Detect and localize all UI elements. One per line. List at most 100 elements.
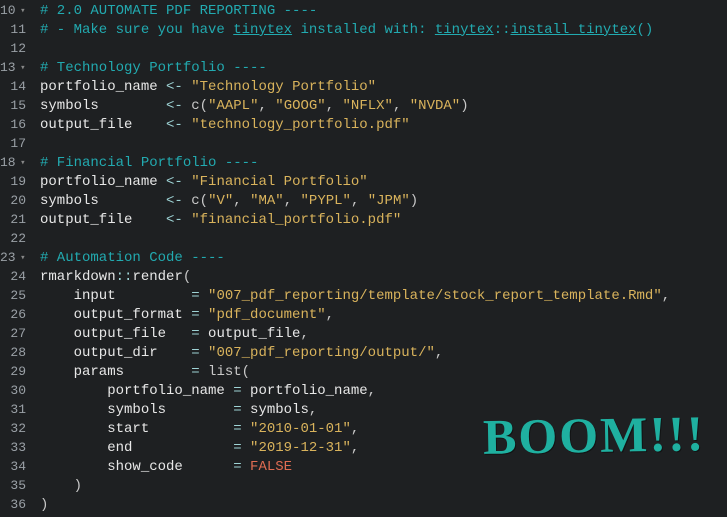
code-line[interactable]: 13▾# Technology Portfolio ---- <box>0 59 727 78</box>
code-line[interactable]: 14portfolio_name <- "Technology Portfoli… <box>0 78 727 97</box>
line-number[interactable]: 29 <box>0 363 32 381</box>
line-number[interactable]: 27 <box>0 325 32 343</box>
token: = <box>191 344 208 364</box>
token: = <box>233 401 250 421</box>
fold-marker-icon[interactable]: ▾ <box>20 7 26 16</box>
code-content[interactable]: symbols <- c("V", "MA", "PYPL", "JPM") <box>32 192 418 212</box>
code-content[interactable]: portfolio_name <- "Financial Portfolio" <box>32 173 368 193</box>
code-content[interactable]: show_code = FALSE <box>32 458 292 478</box>
code-line[interactable]: 10▾# 2.0 AUTOMATE PDF REPORTING ---- <box>0 2 727 21</box>
line-number[interactable]: 35 <box>0 477 32 495</box>
line-number[interactable]: 15 <box>0 97 32 115</box>
code-content[interactable]: output_file <- "technology_portfolio.pdf… <box>32 116 410 136</box>
line-number[interactable]: 36 <box>0 496 32 514</box>
token: # Financial Portfolio ---- <box>40 154 258 174</box>
token: = <box>191 287 208 307</box>
line-number[interactable]: 17 <box>0 135 32 153</box>
line-number[interactable]: 25 <box>0 287 32 305</box>
token: output_file <box>40 116 166 136</box>
code-line[interactable]: 36) <box>0 496 727 515</box>
code-line[interactable]: 11# - Make sure you have tinytex install… <box>0 21 727 40</box>
line-number[interactable]: 24 <box>0 268 32 286</box>
code-content[interactable]: output_dir = "007_pdf_reporting/output/"… <box>32 344 443 364</box>
code-line[interactable]: 17 <box>0 135 727 154</box>
code-content[interactable]: input = "007_pdf_reporting/template/stoc… <box>32 287 670 307</box>
code-line[interactable]: 15symbols <- c("AAPL", "GOOG", "NFLX", "… <box>0 97 727 116</box>
line-number[interactable]: 14 <box>0 78 32 96</box>
code-line[interactable]: 23▾# Automation Code ---- <box>0 249 727 268</box>
line-number[interactable]: 32 <box>0 420 32 438</box>
line-number[interactable]: 33 <box>0 439 32 457</box>
line-number[interactable]: 23▾ <box>0 249 32 267</box>
token: , <box>351 420 359 440</box>
token: installed with: <box>292 21 435 41</box>
code-line[interactable]: 28 output_dir = "007_pdf_reporting/outpu… <box>0 344 727 363</box>
code-content[interactable]: portfolio_name <- "Technology Portfolio" <box>32 78 376 98</box>
code-content[interactable]: symbols = symbols, <box>32 401 317 421</box>
code-line[interactable]: 18▾ # Financial Portfolio ---- <box>0 154 727 173</box>
line-number[interactable]: 12 <box>0 40 32 58</box>
code-line[interactable]: 19portfolio_name <- "Financial Portfolio… <box>0 173 727 192</box>
token: "2019-12-31" <box>250 439 351 459</box>
token: () <box>637 21 654 41</box>
code-line[interactable]: 26 output_format = "pdf_document", <box>0 306 727 325</box>
code-line[interactable]: 21output_file <- "financial_portfolio.pd… <box>0 211 727 230</box>
code-content[interactable]: ) <box>32 496 48 516</box>
code-content[interactable]: # Financial Portfolio ---- <box>32 154 258 174</box>
line-number[interactable]: 22 <box>0 230 32 248</box>
code-content[interactable]: # 2.0 AUTOMATE PDF REPORTING ---- <box>32 2 317 22</box>
token: "2010-01-01" <box>250 420 351 440</box>
code-content[interactable]: ) <box>32 477 82 497</box>
code-content[interactable]: params = list( <box>32 363 250 383</box>
line-number[interactable]: 30 <box>0 382 32 400</box>
code-line[interactable]: 30 portfolio_name = portfolio_name, <box>0 382 727 401</box>
code-line[interactable]: 27 output_file = output_file, <box>0 325 727 344</box>
line-number[interactable]: 21 <box>0 211 32 229</box>
line-number[interactable]: 26 <box>0 306 32 324</box>
code-line[interactable]: 22 <box>0 230 727 249</box>
token: tinytex <box>435 21 494 41</box>
line-number[interactable]: 20 <box>0 192 32 210</box>
token: , <box>351 439 359 459</box>
fold-marker-icon[interactable]: ▾ <box>20 254 26 263</box>
token: "GOOG" <box>275 97 325 117</box>
line-number[interactable]: 31 <box>0 401 32 419</box>
code-line[interactable]: 24rmarkdown::render( <box>0 268 727 287</box>
line-number[interactable]: 18▾ <box>0 154 32 172</box>
code-line[interactable]: 12 <box>0 40 727 59</box>
line-number[interactable]: 34 <box>0 458 32 476</box>
line-number[interactable]: 16 <box>0 116 32 134</box>
code-content[interactable]: start = "2010-01-01", <box>32 420 359 440</box>
token: = <box>233 420 250 440</box>
code-content[interactable]: portfolio_name = portfolio_name, <box>32 382 376 402</box>
token: ) <box>410 192 418 212</box>
token: = <box>233 439 250 459</box>
code-content[interactable]: rmarkdown::render( <box>32 268 191 288</box>
token: , <box>233 192 250 212</box>
token: = <box>191 306 208 326</box>
code-line[interactable]: 35 ) <box>0 477 727 496</box>
token: portfolio_name <box>40 382 233 402</box>
boom-overlay: BOOM!!! <box>482 398 705 472</box>
fold-marker-icon[interactable]: ▾ <box>20 64 26 73</box>
line-number[interactable]: 13▾ <box>0 59 32 77</box>
token: portfolio_name <box>250 382 368 402</box>
line-number[interactable]: 19 <box>0 173 32 191</box>
code-line[interactable]: 29 params = list( <box>0 363 727 382</box>
code-content[interactable]: # - Make sure you have tinytex installed… <box>32 21 653 41</box>
line-number[interactable]: 10▾ <box>0 2 32 20</box>
code-content[interactable]: output_file <- "financial_portfolio.pdf" <box>32 211 401 231</box>
code-content[interactable]: symbols <- c("AAPL", "GOOG", "NFLX", "NV… <box>32 97 469 117</box>
code-content[interactable]: # Technology Portfolio ---- <box>32 59 267 79</box>
code-content[interactable]: output_format = "pdf_document", <box>32 306 334 326</box>
code-content[interactable]: end = "2019-12-31", <box>32 439 359 459</box>
code-line[interactable]: 25 input = "007_pdf_reporting/template/s… <box>0 287 727 306</box>
token: , <box>258 97 275 117</box>
fold-marker-icon[interactable]: ▾ <box>20 159 26 168</box>
code-content[interactable]: # Automation Code ---- <box>32 249 225 269</box>
line-number[interactable]: 28 <box>0 344 32 362</box>
code-line[interactable]: 20symbols <- c("V", "MA", "PYPL", "JPM") <box>0 192 727 211</box>
code-content[interactable]: output_file = output_file, <box>32 325 309 345</box>
line-number[interactable]: 11 <box>0 21 32 39</box>
code-line[interactable]: 16output_file <- "technology_portfolio.p… <box>0 116 727 135</box>
